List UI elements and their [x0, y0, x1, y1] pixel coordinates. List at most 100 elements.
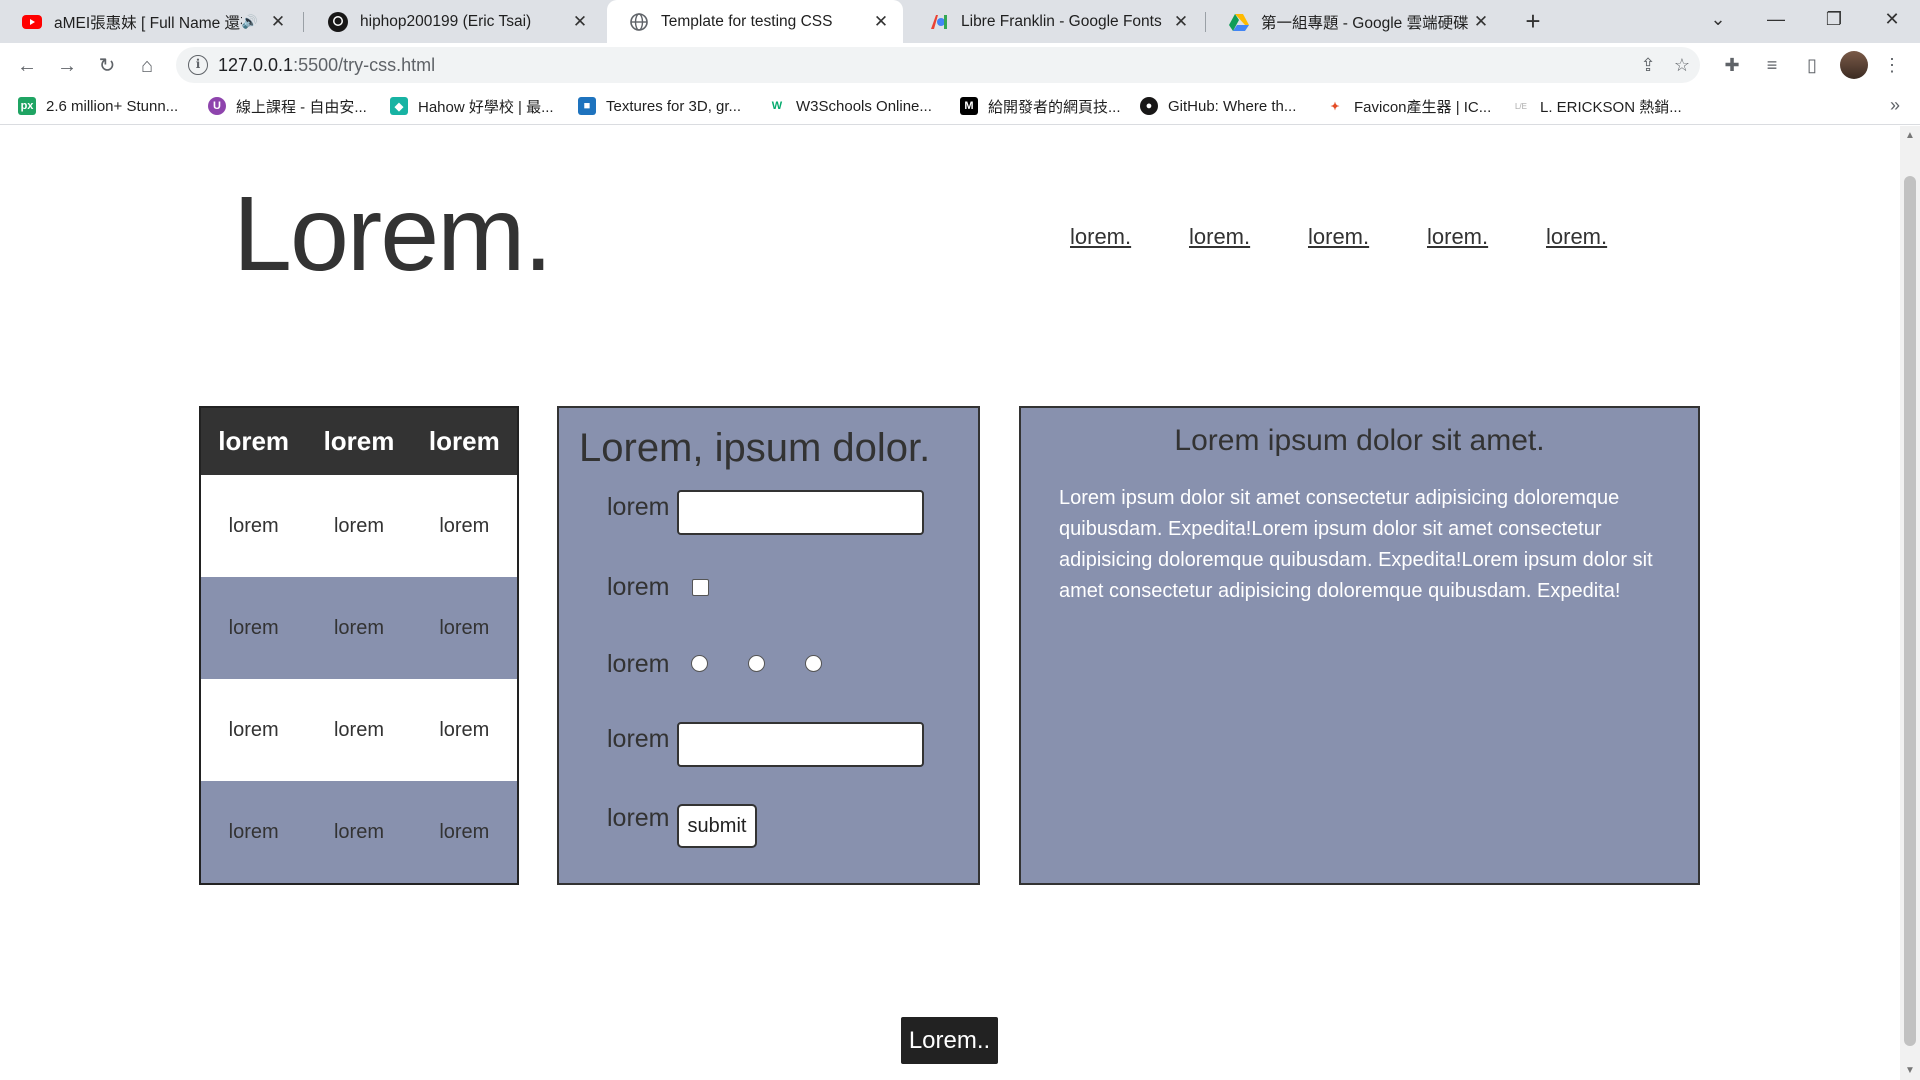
minimize-button[interactable]: —	[1748, 0, 1804, 40]
bookmark-item[interactable]: L/E L. ERICKSON 熱銷...	[1512, 95, 1682, 117]
bookmark-label: Favicon產生器 | IC...	[1354, 98, 1492, 116]
side-panel-icon[interactable]: ▯	[1798, 51, 1826, 79]
vertical-scrollbar[interactable]: ▲ ▼	[1900, 126, 1920, 1080]
table-cell: lorem	[439, 616, 490, 639]
form-label-text: lorem	[607, 493, 670, 521]
radio-button-2[interactable]	[748, 655, 765, 672]
home-button[interactable]: ⌂	[132, 51, 162, 81]
bookmark-star-icon[interactable]: ☆	[1670, 53, 1694, 77]
extensions-icon[interactable]: ✚	[1718, 51, 1746, 79]
scrollbar-thumb[interactable]	[1904, 176, 1916, 1046]
more-bookmarks-icon[interactable]: »	[1890, 95, 1900, 116]
bookmark-label: Hahow 好學校 | 最...	[418, 98, 554, 116]
submit-button[interactable]: submit	[677, 804, 757, 848]
radio-button-1[interactable]	[691, 655, 708, 672]
forward-button[interactable]: →	[52, 51, 82, 81]
nav-link-4[interactable]: lorem.	[1427, 224, 1488, 250]
tab-google-fonts[interactable]: Libre Franklin - Google Fonts ✕	[907, 0, 1203, 43]
nav-link-5[interactable]: lorem.	[1546, 224, 1607, 250]
bookmark-item[interactable]: ✦ Favicon產生器 | IC...	[1326, 95, 1491, 117]
text-input-1[interactable]	[677, 490, 924, 535]
table-row: lorem lorem lorem	[201, 679, 517, 781]
table-cell: lorem	[333, 616, 384, 639]
form-label-radio: lorem	[607, 650, 670, 678]
url-host: 127.0.0.1	[218, 55, 294, 75]
tab-github[interactable]: hiphop200199 (Eric Tsai) ✕	[306, 0, 602, 43]
new-tab-button[interactable]: +	[1518, 7, 1548, 37]
bookmark-label: GitHub: Where th...	[1168, 97, 1297, 115]
globe-icon	[629, 12, 649, 32]
mdn-icon: M	[960, 97, 978, 115]
form-title: Lorem, ipsum dolor.	[579, 426, 931, 470]
youtube-icon	[22, 12, 42, 32]
tab-title: aMEI張惠妹 [ Full Name 還有	[54, 14, 242, 32]
reload-button[interactable]: ↻	[92, 51, 122, 81]
bookmark-item[interactable]: ● GitHub: Where th...	[1140, 95, 1296, 117]
tab-strip: aMEI張惠妹 [ Full Name 還有 🔊 ✕ hiphop200199 …	[0, 0, 1920, 43]
restore-button[interactable]: ❐	[1806, 0, 1862, 40]
bookmark-item[interactable]: W W3Schools Online...	[768, 95, 932, 117]
table-row: lorem lorem lorem	[201, 577, 517, 679]
u-icon: U	[208, 97, 226, 115]
menu-icon[interactable]: ⋮	[1878, 51, 1906, 79]
le-icon: L/E	[1512, 97, 1530, 115]
bookmark-item[interactable]: ◆ Hahow 好學校 | 最...	[390, 95, 554, 117]
close-tab-icon[interactable]: ✕	[268, 12, 288, 32]
close-window-button[interactable]: ✕	[1864, 0, 1920, 40]
bookmark-label: L. ERICKSON 熱銷...	[1540, 98, 1682, 116]
close-tab-icon[interactable]: ✕	[871, 12, 891, 32]
bookmark-item[interactable]: ■ Textures for 3D, gr...	[578, 95, 741, 117]
table-cell: lorem	[228, 616, 279, 639]
url-text[interactable]: 127.0.0.1:5500/try-css.html	[218, 55, 435, 76]
table-cell: lorem	[333, 514, 384, 537]
footer-button[interactable]: Lorem..	[901, 1017, 998, 1064]
nav-link-2[interactable]: lorem.	[1189, 224, 1250, 250]
tab-title: Template for testing CSS	[661, 12, 833, 30]
address-bar[interactable]: i 127.0.0.1:5500/try-css.html ⇪ ☆	[176, 47, 1700, 83]
data-table: lorem lorem lorem lorem lorem lorem lore…	[199, 406, 519, 885]
bookmark-item[interactable]: px 2.6 million+ Stunn...	[18, 95, 178, 117]
close-tab-icon[interactable]: ✕	[570, 12, 590, 32]
speaker-icon[interactable]: 🔊	[242, 14, 258, 30]
tab-title: 第一組專題 - Google 雲端硬碟	[1261, 14, 1469, 32]
page-content: Lorem. lorem. lorem. lorem. lorem. lorem…	[0, 126, 1900, 1080]
media-control-icon[interactable]: ≡	[1758, 51, 1786, 79]
tab-search-icon[interactable]: ⌄	[1690, 0, 1746, 40]
checkbox[interactable]	[692, 579, 709, 596]
tab-title: Libre Franklin - Google Fonts	[961, 12, 1162, 30]
cube-icon: ■	[578, 97, 596, 115]
share-icon[interactable]: ⇪	[1636, 53, 1660, 77]
w3-icon: W	[768, 97, 786, 115]
site-info-icon[interactable]: i	[188, 55, 208, 75]
table-header-cell: lorem	[323, 426, 395, 456]
nav-link-3[interactable]: lorem.	[1308, 224, 1369, 250]
table-cell: lorem	[228, 514, 279, 537]
radio-button-3[interactable]	[805, 655, 822, 672]
tab-separator	[1205, 12, 1206, 32]
github-icon	[328, 11, 348, 32]
scroll-up-icon[interactable]: ▲	[1905, 130, 1915, 141]
table-cell: lorem	[439, 820, 490, 843]
bookmark-item[interactable]: M 給開發者的網頁技...	[960, 95, 1121, 117]
url-path: :5500/try-css.html	[293, 55, 436, 75]
scroll-down-icon[interactable]: ▼	[1905, 1065, 1915, 1076]
tab-active[interactable]: Template for testing CSS ✕	[607, 0, 903, 43]
article-title: Lorem ipsum dolor sit amet.	[1174, 424, 1545, 457]
table-cell: lorem	[228, 820, 279, 843]
hahow-icon: ◆	[390, 97, 408, 115]
nav-link-1[interactable]: lorem.	[1070, 224, 1131, 250]
table-row: lorem lorem lorem	[201, 475, 517, 577]
table-cell: lorem	[439, 718, 490, 741]
profile-avatar[interactable]	[1840, 51, 1868, 79]
close-tab-icon[interactable]: ✕	[1471, 12, 1491, 32]
tab-youtube[interactable]: aMEI張惠妹 [ Full Name 還有 🔊 ✕	[0, 0, 300, 43]
tab-google-drive[interactable]: 第一組專題 - Google 雲端硬碟 ✕	[1207, 0, 1503, 43]
table-header-cell: lorem	[218, 426, 290, 456]
bookmark-item[interactable]: U 線上課程 - 自由安...	[208, 95, 367, 117]
text-input-2[interactable]	[677, 722, 924, 767]
google-drive-icon	[1229, 12, 1249, 32]
close-tab-icon[interactable]: ✕	[1171, 12, 1191, 32]
back-button[interactable]: ←	[12, 51, 42, 81]
px-icon: px	[18, 97, 36, 115]
form-label-checkbox: lorem	[607, 573, 670, 601]
